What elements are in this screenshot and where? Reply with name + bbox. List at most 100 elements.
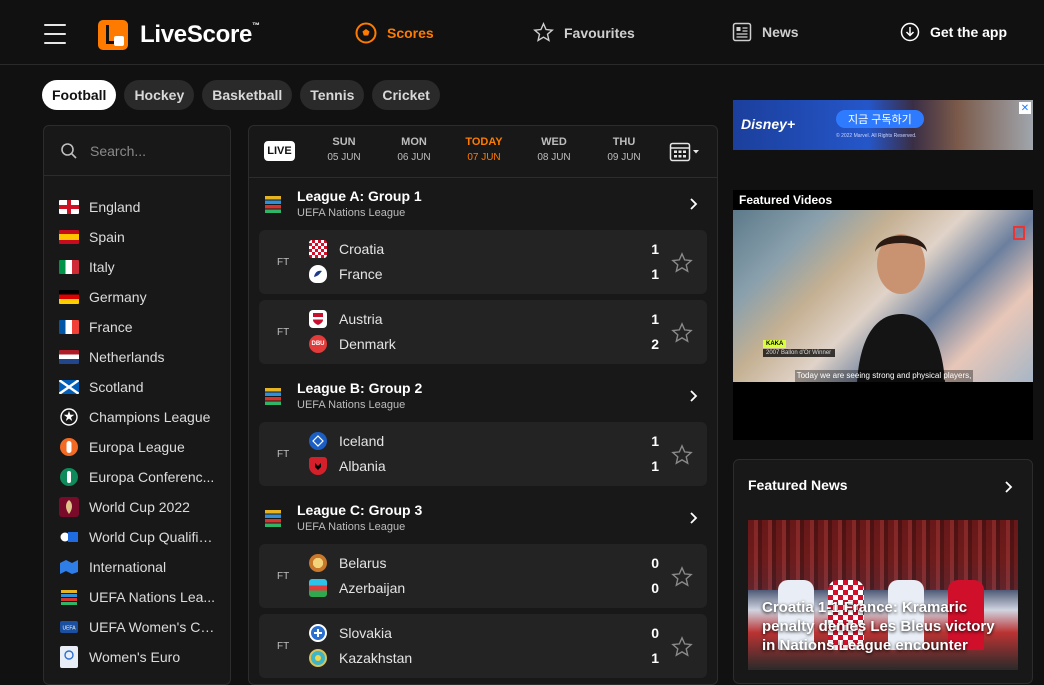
spain-flag-icon bbox=[59, 230, 79, 244]
chevron-right-icon[interactable] bbox=[1004, 480, 1014, 494]
sidebar-item-label: Spain bbox=[89, 229, 125, 245]
home-team-name: Belarus bbox=[339, 555, 387, 571]
sidebar-item-scotland[interactable]: Scotland bbox=[44, 372, 230, 402]
date-day-label: SUN bbox=[332, 136, 356, 148]
favourite-star-icon[interactable] bbox=[671, 636, 693, 658]
world-cup-2022-icon bbox=[59, 497, 79, 517]
favourite-star-icon[interactable] bbox=[671, 566, 693, 588]
sidebar-item-label: Italy bbox=[89, 259, 115, 275]
away-score: 0 bbox=[651, 580, 659, 596]
sidebar-item-nations-league[interactable]: UEFA Nations Lea... bbox=[44, 582, 230, 612]
favourite-star-icon[interactable] bbox=[671, 322, 693, 344]
sidebar-item-international[interactable]: International bbox=[44, 552, 230, 582]
away-score: 1 bbox=[651, 266, 659, 282]
brand-tm: ™ bbox=[252, 21, 260, 30]
star-outline-icon bbox=[533, 22, 554, 42]
home-score: 1 bbox=[651, 311, 659, 327]
livescore-logo[interactable]: LiveScore™ bbox=[98, 20, 260, 50]
favourite-star-icon[interactable] bbox=[671, 444, 693, 466]
nav-get-app[interactable]: Get the app bbox=[900, 22, 1007, 42]
sidebar-item-uefa-womens[interactable]: UEFA UEFA Women's Ch... bbox=[44, 612, 230, 642]
livescore-logo-icon bbox=[98, 20, 128, 50]
match-row[interactable]: FT Croatia France 1 1 bbox=[259, 230, 707, 294]
video-presenter-image bbox=[857, 234, 945, 382]
sidebar-item-champions-league[interactable]: Champions League bbox=[44, 402, 230, 432]
svg-text:UEFA: UEFA bbox=[62, 626, 76, 632]
croatia-crest-icon bbox=[309, 240, 327, 258]
league-competition: UEFA Nations League bbox=[297, 207, 406, 219]
chevron-right-icon bbox=[690, 198, 698, 210]
sidebar-item-france[interactable]: France bbox=[44, 312, 230, 342]
date-mon[interactable]: MON 06 JUN bbox=[384, 136, 444, 163]
favourite-star-icon[interactable] bbox=[671, 252, 693, 274]
nav-favourites[interactable]: Favourites bbox=[533, 22, 635, 43]
sidebar-item-world-cup-qualifiers[interactable]: World Cup Qualific... bbox=[44, 522, 230, 552]
featured-videos: Featured Videos KAKA 2007 Ballon d'Or Wi… bbox=[733, 190, 1033, 440]
home-score: 0 bbox=[651, 625, 659, 641]
sidebar-item-england[interactable]: England bbox=[44, 192, 230, 222]
match-row[interactable]: FT Austria DBU Denmark 1 2 bbox=[259, 300, 707, 364]
league-header[interactable]: League B: Group 2 UEFA Nations League bbox=[249, 370, 717, 422]
sidebar-item-womens-euro[interactable]: Women's Euro bbox=[44, 642, 230, 672]
date-day-label: WED bbox=[541, 136, 567, 148]
search-icon bbox=[61, 142, 77, 159]
ad-fine-print: © 2022 Marvel. All Rights Reserved. bbox=[836, 133, 917, 139]
news-article-card[interactable]: Croatia 1-1 France: Kramaric penalty den… bbox=[748, 520, 1018, 670]
video-role-tag: 2007 Ballon d'Or Winner bbox=[763, 349, 835, 357]
competition-list: England Spain Italy Germany France Nethe… bbox=[44, 176, 230, 672]
sidebar-item-spain[interactable]: Spain bbox=[44, 222, 230, 252]
match-row[interactable]: FT Iceland Albania 1 1 bbox=[259, 422, 707, 486]
league-header[interactable]: League A: Group 1 UEFA Nations League bbox=[249, 178, 717, 230]
nav-scores[interactable]: Scores bbox=[355, 22, 434, 44]
competition-sidebar: England Spain Italy Germany France Nethe… bbox=[43, 125, 231, 685]
nations-league-icon bbox=[59, 587, 79, 607]
nations-league-icon bbox=[265, 196, 281, 213]
ad-close-icon[interactable]: ✕ bbox=[1019, 102, 1031, 114]
date-sun[interactable]: SUN 05 JUN bbox=[314, 136, 374, 163]
sidebar-item-label: England bbox=[89, 199, 141, 215]
live-button[interactable]: LIVE bbox=[264, 141, 295, 161]
tab-football[interactable]: Football bbox=[42, 80, 117, 110]
featured-news-title: Featured News bbox=[748, 477, 848, 493]
advertisement-banner[interactable]: Disney+ 지금 구독하기 © 2022 Marvel. All Right… bbox=[733, 100, 1033, 150]
match-row[interactable]: FT Belarus Azerbaijan 0 0 bbox=[259, 544, 707, 608]
match-row[interactable]: FT Slovakia Kazakhstan 0 1 bbox=[259, 614, 707, 678]
tab-hockey[interactable]: Hockey bbox=[124, 80, 195, 110]
nav-news[interactable]: News bbox=[732, 22, 799, 42]
slovakia-crest-icon bbox=[309, 624, 327, 642]
sidebar-item-germany[interactable]: Germany bbox=[44, 282, 230, 312]
sidebar-item-world-cup-2022[interactable]: World Cup 2022 bbox=[44, 492, 230, 522]
ad-subscribe-button[interactable]: 지금 구독하기 bbox=[836, 110, 924, 128]
hamburger-menu-icon[interactable] bbox=[44, 24, 66, 44]
league-competition: UEFA Nations League bbox=[297, 521, 406, 533]
tab-tennis[interactable]: Tennis bbox=[300, 80, 365, 110]
soccer-ball-icon bbox=[355, 22, 377, 44]
away-team-name: France bbox=[339, 266, 383, 282]
nav-favourites-label: Favourites bbox=[564, 24, 635, 41]
date-selector: LIVE SUN 05 JUN MON 06 JUN TODAY 07 JUN WED… bbox=[249, 126, 717, 178]
sidebar-item-italy[interactable]: Italy bbox=[44, 252, 230, 282]
league-header[interactable]: League C: Group 3 UEFA Nations League bbox=[249, 492, 717, 544]
search-input[interactable] bbox=[90, 142, 210, 159]
tab-cricket[interactable]: Cricket bbox=[372, 80, 440, 110]
tab-basketball[interactable]: Basketball bbox=[202, 80, 293, 110]
sidebar-item-conference-league[interactable]: Europa Conferenc... bbox=[44, 462, 230, 492]
calendar-icon[interactable] bbox=[669, 141, 703, 168]
nations-league-icon bbox=[265, 388, 281, 405]
date-wed[interactable]: WED 08 JUN bbox=[524, 136, 584, 163]
sidebar-item-europa-league[interactable]: Europa League bbox=[44, 432, 230, 462]
match-status: FT bbox=[277, 257, 290, 268]
league-name: League B: Group 2 bbox=[297, 380, 423, 396]
newspaper-icon bbox=[732, 22, 752, 42]
top-bar: LiveScore™ Scores Favourites News Get th… bbox=[0, 0, 1044, 65]
belarus-crest-icon bbox=[309, 554, 327, 572]
date-today[interactable]: TODAY 07 JUN bbox=[454, 136, 514, 163]
match-status: FT bbox=[277, 449, 290, 460]
video-player[interactable]: KAKA 2007 Ballon d'Or Winner Today we ar… bbox=[733, 210, 1033, 382]
video-brand-icon bbox=[1013, 226, 1025, 240]
date-thu[interactable]: THU 09 JUN bbox=[594, 136, 654, 163]
netherlands-flag-icon bbox=[59, 350, 79, 364]
sidebar-item-label: Europa Conferenc... bbox=[89, 469, 215, 485]
sidebar-item-netherlands[interactable]: Netherlands bbox=[44, 342, 230, 372]
nav-get-app-label: Get the app bbox=[930, 24, 1008, 40]
